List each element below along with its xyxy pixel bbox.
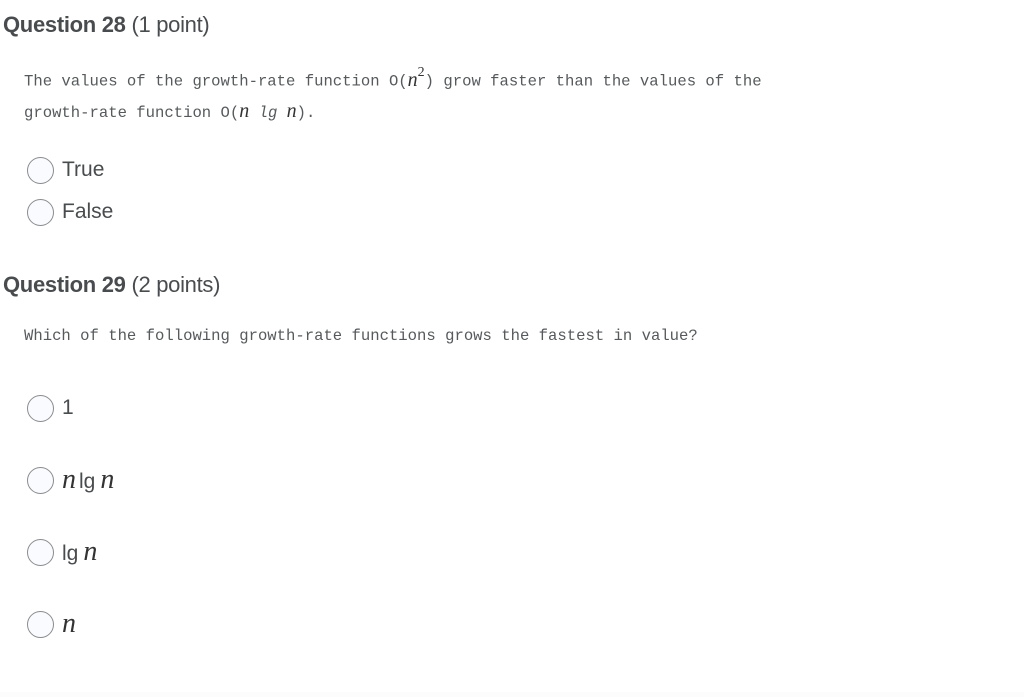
question-number: Question 29: [3, 272, 126, 297]
math-n: n: [83, 536, 98, 567]
math-n: n: [62, 464, 76, 495]
option-1[interactable]: 1: [27, 393, 74, 423]
option-label: True: [62, 158, 105, 181]
math-n: n: [100, 464, 115, 495]
option-label: 1: [62, 396, 74, 419]
question-text-line-2: growth-rate function O(n lg n).: [24, 99, 316, 122]
math-n: n: [286, 99, 297, 122]
option-label: False: [62, 200, 114, 223]
option-false[interactable]: False: [27, 197, 113, 227]
question-text-line-1: The values of the growth-rate function O…: [24, 65, 762, 91]
option-label: n: [62, 608, 79, 640]
option-label: n lg n: [62, 464, 114, 496]
radio-button[interactable]: [27, 538, 54, 566]
option-n[interactable]: n: [27, 608, 79, 640]
radio-button[interactable]: [27, 198, 54, 226]
question-28-text: The values of the growth-rate function O…: [24, 60, 762, 128]
question-number: Question 28: [3, 12, 126, 37]
math-lg: lg: [62, 542, 79, 565]
math-lg: lg: [79, 470, 96, 493]
question-points: (1 point): [131, 12, 210, 37]
option-n-lg-n[interactable]: n lg n: [27, 464, 114, 496]
radio-button[interactable]: [27, 156, 54, 184]
math-lg: lg: [249, 103, 287, 122]
question-28-title: Question 28 (1 point): [3, 12, 210, 38]
option-label: lg n: [62, 536, 97, 568]
radio-button[interactable]: [27, 394, 54, 422]
option-true[interactable]: True: [27, 155, 104, 185]
question-points: (2 points): [131, 272, 221, 297]
option-lg-n[interactable]: lg n: [27, 536, 97, 568]
math-n: n: [62, 608, 76, 639]
radio-button[interactable]: [27, 610, 54, 638]
math-n-squared: n2: [407, 65, 425, 91]
question-29-title: Question 29 (2 points): [3, 272, 220, 298]
math-n: n: [239, 99, 250, 122]
page-bottom-edge: [0, 692, 1024, 697]
radio-button[interactable]: [27, 466, 54, 494]
question-29-text: Which of the following growth-rate funct…: [24, 327, 698, 345]
